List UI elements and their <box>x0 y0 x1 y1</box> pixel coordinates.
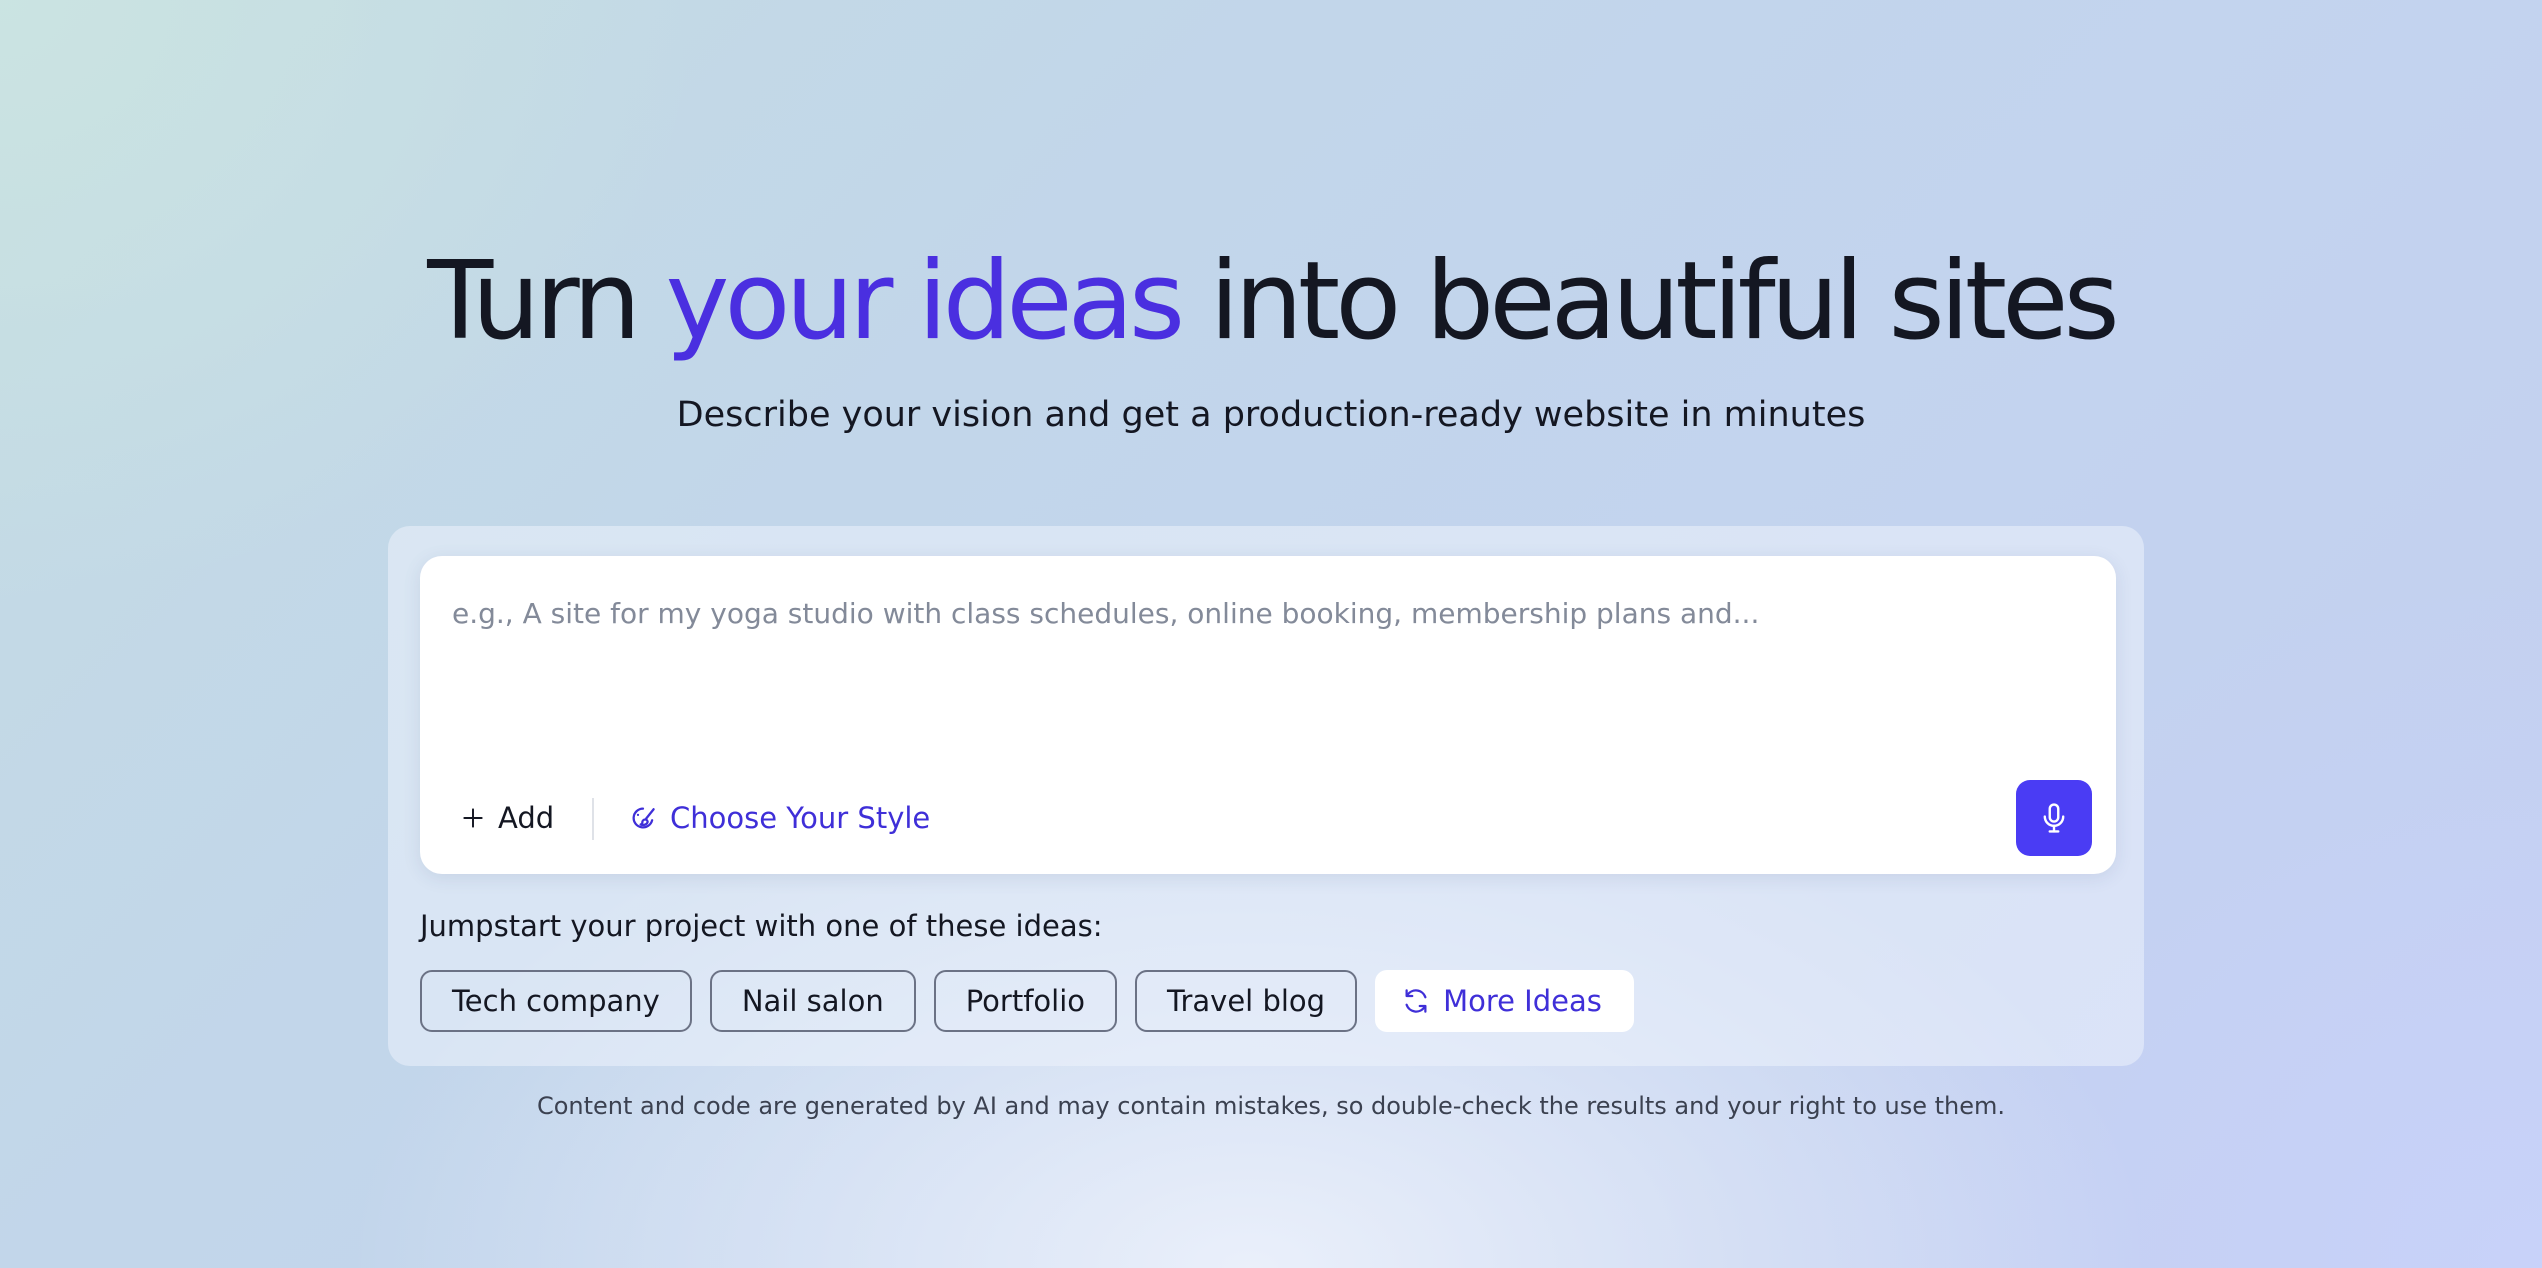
idea-chip-tech-company[interactable]: Tech company <box>420 970 692 1032</box>
ideas-label: Jumpstart your project with one of these… <box>420 909 1103 943</box>
more-ideas-label: More Ideas <box>1443 984 1602 1018</box>
microphone-button[interactable] <box>2016 780 2092 856</box>
add-button-label: Add <box>498 801 555 835</box>
idea-chip-nail-salon[interactable]: Nail salon <box>709 970 916 1032</box>
choose-style-label: Choose Your Style <box>670 801 931 835</box>
more-ideas-button[interactable]: More Ideas <box>1375 970 1634 1032</box>
prompt-card: Add Choose Your Style <box>420 556 2116 874</box>
idea-chip-travel-blog[interactable]: Travel blog <box>1135 970 1358 1032</box>
ai-disclaimer: Content and code are generated by AI and… <box>536 1092 2006 1120</box>
hero-subtitle: Describe your vision and get a productio… <box>676 395 1866 435</box>
prompt-toolbar: Add Choose Your Style <box>420 762 2116 874</box>
plus-icon <box>463 808 483 828</box>
hero-title-accent: your ideas <box>665 239 1186 364</box>
idea-chip-portfolio[interactable]: Portfolio <box>933 970 1118 1032</box>
microphone-icon <box>2043 803 2065 833</box>
hero-title-end: into beautiful sites <box>1180 239 2119 364</box>
toolbar-divider <box>592 798 594 840</box>
refresh-icon <box>1405 989 1427 1013</box>
hero-title: Turn your ideas into beautiful sites <box>0 232 2542 372</box>
palette-icon <box>632 807 655 829</box>
add-button[interactable]: Add <box>460 794 554 842</box>
idea-chips: Tech company Nail salon Portfolio Travel… <box>420 970 1634 1032</box>
prompt-panel: Add Choose Your Style <box>388 526 2144 1066</box>
choose-style-button[interactable]: Choose Your Style <box>628 794 930 842</box>
hero-title-start: Turn <box>427 239 666 364</box>
prompt-input[interactable] <box>420 556 2116 756</box>
